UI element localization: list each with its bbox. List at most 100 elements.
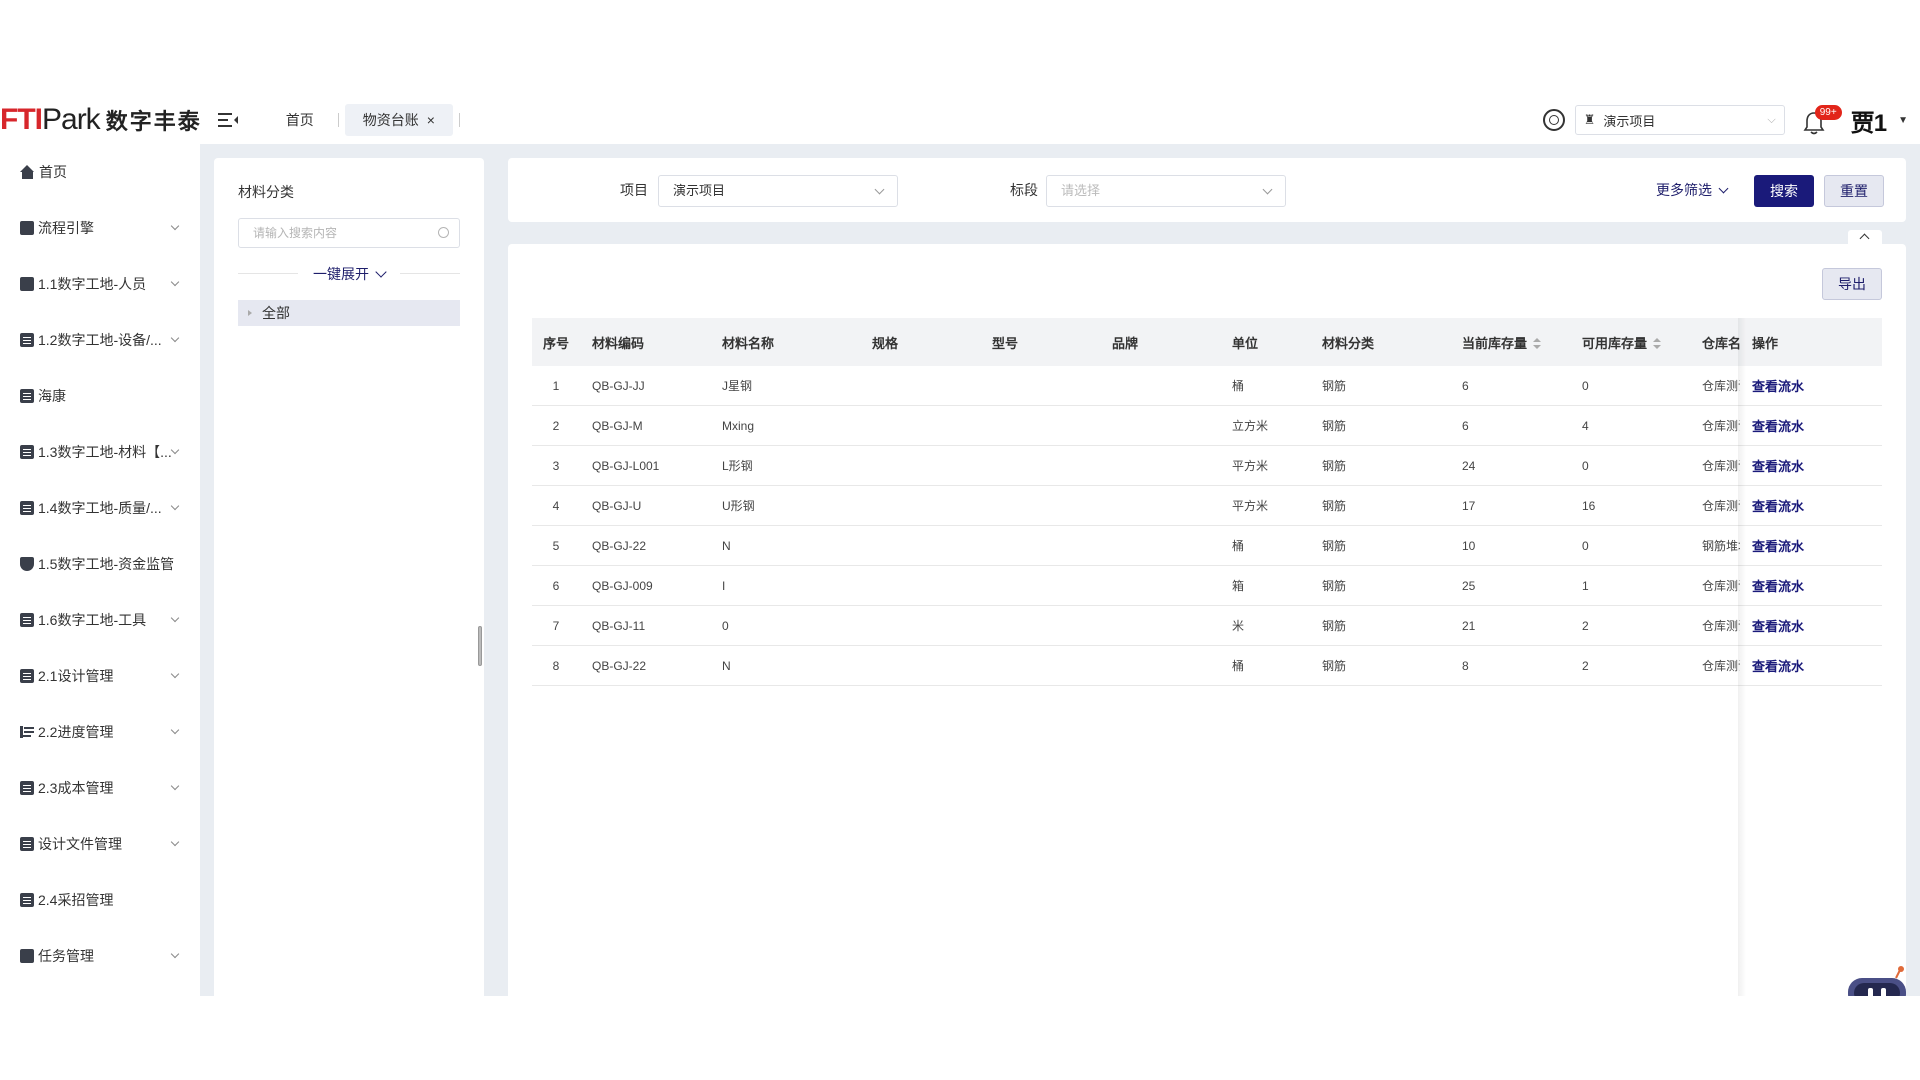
cell-category: 钢筋	[1322, 419, 1347, 433]
close-icon[interactable]: ×	[427, 104, 435, 136]
export-button[interactable]: 导出	[1822, 268, 1882, 300]
table-header: 序号 材料编码 材料名称 规格 型号 品牌 单位 材料分类 当前库存量 可用库存…	[532, 318, 1882, 366]
reset-button[interactable]: 重置	[1824, 175, 1884, 207]
view-flow-link[interactable]: 查看流水	[1752, 459, 1804, 474]
sidebar-item-site-material[interactable]: 1.3数字工地-材料【...	[0, 424, 200, 480]
table-panel: 导出 序号 材料编码 材料名称 规格 型号 品牌 单位 材料分类 当前库存量 可…	[508, 244, 1906, 996]
table-row: 3 QB-GJ-L001 L形钢 平方米 钢筋 24 0 仓库测试查看流水	[532, 446, 1882, 486]
sidebar-item-fund-supervision[interactable]: 1.5数字工地-资金监管	[0, 536, 200, 592]
top-header: FTI Park 数字丰泰 首页 物资台账 × ♜ 演示项目 ⌵ 99+ 贾1 …	[0, 96, 1920, 144]
flow-icon	[20, 221, 34, 235]
sidebar-item-home[interactable]: 首页	[0, 144, 200, 200]
caret-right-icon[interactable]	[248, 310, 252, 316]
col-header-available-stock[interactable]: 可用库存量	[1570, 333, 1690, 352]
sidebar-item-site-quality[interactable]: 1.4数字工地-质量/...	[0, 480, 200, 536]
cell-unit: 平方米	[1232, 499, 1269, 513]
sort-icon[interactable]	[1653, 338, 1662, 350]
table-row: 5 QB-GJ-22 N 桶 钢筋 10 0 钢筋堆场查看流水	[532, 526, 1882, 566]
sidebar-item-site-people[interactable]: 1.1数字工地-人员	[0, 256, 200, 312]
chevron-down-icon	[375, 266, 387, 278]
sort-icon[interactable]	[1533, 338, 1542, 350]
collapse-filter-icon[interactable]	[1848, 230, 1882, 244]
cell-unit: 立方米	[1232, 419, 1269, 433]
tab-material-ledger[interactable]: 物资台账 ×	[344, 104, 453, 136]
tab-divider	[458, 113, 460, 127]
more-filter-button[interactable]: 更多筛选	[1656, 180, 1729, 200]
sidebar-item-design[interactable]: 2.1设计管理	[0, 648, 200, 704]
sidebar-item-site-equipment[interactable]: 1.2数字工地-设备/...	[0, 312, 200, 368]
cell-current-stock: 6	[1462, 378, 1469, 393]
col-header-current-stock[interactable]: 当前库存量	[1450, 333, 1570, 352]
view-flow-link[interactable]: 查看流水	[1752, 499, 1804, 514]
document-icon	[20, 501, 34, 515]
cell-available-stock: 2	[1582, 618, 1589, 633]
notification-badge: 99+	[1814, 105, 1842, 120]
cell-unit: 箱	[1232, 579, 1245, 593]
sidebar-item-cost[interactable]: 2.3成本管理	[0, 760, 200, 816]
document-icon	[20, 893, 34, 907]
cell-current-stock: 8	[1462, 658, 1469, 673]
progress-icon	[20, 725, 34, 739]
cell-category: 钢筋	[1322, 619, 1347, 633]
panel-resize-handle[interactable]	[478, 626, 482, 666]
tab-home[interactable]: 首页	[268, 104, 332, 136]
view-flow-link[interactable]: 查看流水	[1752, 539, 1804, 554]
tree-node-all[interactable]: 全部	[238, 300, 460, 326]
cell-unit: 桶	[1232, 379, 1245, 393]
cell-unit: 桶	[1232, 539, 1245, 553]
chevron-down-icon	[170, 501, 180, 511]
search-icon	[438, 227, 449, 238]
home-icon	[20, 165, 35, 179]
caret-down-icon[interactable]: ▼	[1898, 115, 1908, 126]
cell-warehouse: 仓库测试	[1702, 579, 1740, 593]
help-icon[interactable]	[1542, 109, 1565, 131]
cell-action: 查看流水	[1740, 616, 1882, 635]
expand-all-button[interactable]: 一键展开	[313, 264, 387, 284]
col-header-brand: 品牌	[1112, 335, 1139, 351]
cell-available-stock: 0	[1582, 458, 1589, 473]
view-flow-link[interactable]: 查看流水	[1752, 619, 1804, 634]
cell-available-stock: 2	[1582, 658, 1589, 673]
cell-name: L形钢	[722, 459, 753, 473]
table-row: 1 QB-GJ-JJ J星钢 桶 钢筋 6 0 仓库测试查看流水	[532, 366, 1882, 406]
document-icon	[20, 613, 34, 627]
sidebar-item-site-tools[interactable]: 1.6数字工地-工具	[0, 592, 200, 648]
tree-node-label: 全部	[262, 305, 290, 321]
logo-ft: FTI	[0, 103, 43, 136]
sidebar-item-design-files[interactable]: 设计文件管理	[0, 816, 200, 872]
cell-no: 3	[552, 458, 560, 473]
sidebar-item-tasks[interactable]: 任务管理	[0, 928, 200, 984]
cell-name: J星钢	[722, 379, 753, 393]
chevron-down-icon	[170, 613, 180, 623]
chevron-down-icon	[170, 333, 180, 343]
tree-search-input[interactable]: 请输入搜索内容	[238, 218, 460, 248]
chat-robot-icon[interactable]	[1846, 964, 1908, 996]
page-tabs: 首页 物资台账 ×	[268, 96, 466, 144]
view-flow-link[interactable]: 查看流水	[1752, 379, 1804, 394]
menu-toggle-icon[interactable]	[217, 110, 238, 130]
sidebar-item-hikvision[interactable]: 海康	[0, 368, 200, 424]
cell-warehouse: 仓库测试	[1702, 619, 1740, 633]
user-name[interactable]: 贾1	[1851, 103, 1887, 138]
chevron-down-icon	[170, 781, 180, 791]
sidebar-item-flow-engine[interactable]: 流程引擎	[0, 200, 200, 256]
cell-action: 查看流水	[1740, 536, 1882, 555]
expand-all-row: 一键展开	[238, 264, 460, 284]
col-header-action: 操作	[1752, 335, 1779, 351]
section-filter-label: 标段	[1010, 182, 1038, 198]
sidebar-item-progress[interactable]: 2.2进度管理	[0, 704, 200, 760]
notification-bell[interactable]: 99+	[1803, 105, 1842, 135]
chevron-down-icon	[1262, 184, 1273, 195]
view-flow-link[interactable]: 查看流水	[1752, 419, 1804, 434]
project-select[interactable]: ♜ 演示项目 ⌵	[1574, 105, 1785, 135]
view-flow-link[interactable]: 查看流水	[1752, 579, 1804, 594]
view-flow-link[interactable]: 查看流水	[1752, 659, 1804, 674]
sidebar-item-procurement[interactable]: 2.4采招管理	[0, 872, 200, 928]
cell-no: 8	[552, 658, 560, 673]
project-filter-select[interactable]: 演示项目	[658, 175, 898, 207]
cell-current-stock: 25	[1462, 578, 1476, 593]
search-button[interactable]: 搜索	[1754, 175, 1814, 207]
tree-search-placeholder: 请输入搜索内容	[253, 226, 338, 240]
section-filter-select[interactable]: 请选择	[1046, 175, 1286, 207]
expand-all-label: 一键展开	[313, 266, 369, 282]
